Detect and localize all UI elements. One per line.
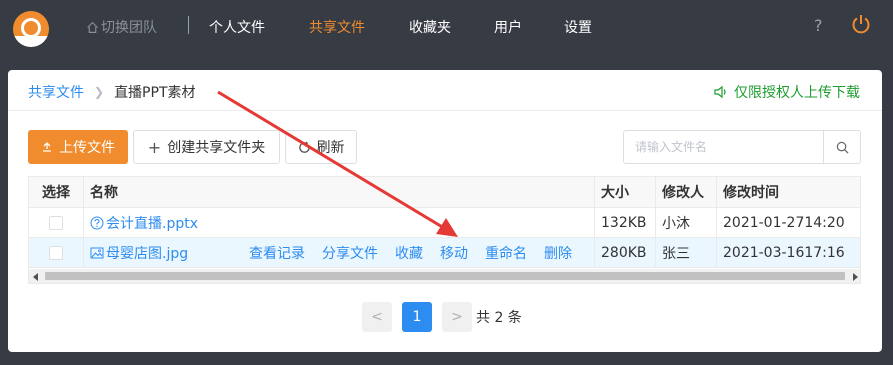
share-file-link[interactable]: 分享文件 <box>322 243 378 263</box>
nav-users[interactable]: 用户 <box>494 17 522 37</box>
delete-link[interactable]: 删除 <box>544 243 572 263</box>
prev-page-button[interactable]: < <box>362 302 392 332</box>
column-header-modifier[interactable]: 修改人 <box>655 177 716 207</box>
table-row[interactable]: 母婴店图.jpg 查看记录 分享文件 收藏 移动 重命名 删除 280KB 张三… <box>29 238 860 268</box>
permission-notice-text: 仅限授权人上传下载 <box>734 85 860 101</box>
search-button[interactable] <box>823 131 860 163</box>
file-panel: 共享文件 ❯ 直播PPT素材 仅限授权人上传下载 上传文件 + 创建共享文件夹 … <box>8 70 882 352</box>
file-name-cell: 会计直播.pptx <box>83 208 594 237</box>
pagination-total: 共 2 条 <box>476 310 522 326</box>
scroll-right-arrow-icon[interactable] <box>853 273 858 281</box>
search-input[interactable] <box>624 131 824 163</box>
chevron-right-icon: ❯ <box>94 85 105 99</box>
create-shared-folder-button[interactable]: + 创建共享文件夹 <box>133 130 280 164</box>
plus-icon: + <box>147 137 162 157</box>
nav-personal-files[interactable]: 个人文件 <box>209 17 265 37</box>
refresh-button[interactable]: 刷新 <box>285 130 357 164</box>
column-header-modified-time[interactable]: 修改时间 <box>716 177 860 207</box>
home-icon <box>87 21 98 33</box>
scroll-thumb[interactable] <box>45 272 845 280</box>
refresh-label: 刷新 <box>316 140 345 156</box>
scroll-left-arrow-icon[interactable] <box>33 273 38 281</box>
top-nav-bar: 切换团队 个人文件 共享文件 收藏夹 用户 设置 ? <box>0 0 893 52</box>
nav-favorites[interactable]: 收藏夹 <box>409 17 451 37</box>
upload-file-label: 上传文件 <box>59 140 115 156</box>
file-size: 280KB <box>594 238 655 267</box>
breadcrumb: 共享文件 ❯ 直播PPT素材 <box>28 82 196 102</box>
nav-settings[interactable]: 设置 <box>564 17 592 37</box>
file-link[interactable]: 母婴店图.jpg <box>90 243 188 263</box>
next-page-button[interactable]: > <box>442 302 472 332</box>
file-name: 会计直播.pptx <box>106 215 198 232</box>
breadcrumb-root[interactable]: 共享文件 <box>28 82 84 102</box>
row-select-cell <box>29 208 83 237</box>
app-logo[interactable] <box>13 11 49 47</box>
image-file-icon <box>90 247 104 258</box>
move-link[interactable]: 移动 <box>440 243 468 263</box>
nav-divider <box>188 16 189 34</box>
divider <box>8 110 882 111</box>
upload-file-button[interactable]: 上传文件 <box>28 130 128 164</box>
rename-link[interactable]: 重命名 <box>485 243 527 263</box>
pagination: < 1 > 共 2 条 <box>362 302 522 332</box>
file-modifier: 小沐 <box>655 208 716 237</box>
row-actions: 查看记录 分享文件 收藏 移动 重命名 删除 <box>249 238 589 267</box>
search-icon <box>836 141 848 153</box>
file-modified-time: 2021-03-1617:16 <box>716 238 860 267</box>
refresh-icon <box>298 141 310 153</box>
nav-shared-files[interactable]: 共享文件 <box>309 17 365 37</box>
view-history-link[interactable]: 查看记录 <box>249 243 305 263</box>
row-checkbox[interactable] <box>49 245 63 260</box>
switch-team-button[interactable]: 切换团队 <box>86 17 157 37</box>
help-icon[interactable]: ? <box>814 16 823 35</box>
breadcrumb-current: 直播PPT素材 <box>114 85 196 101</box>
table-row[interactable]: 会计直播.pptx 132KB 小沐 2021-01-2714:20 <box>29 208 860 238</box>
column-header-name[interactable]: 名称 <box>83 177 594 207</box>
search-box <box>623 130 861 164</box>
column-header-size[interactable]: 大小 <box>594 177 655 207</box>
unknown-file-icon <box>90 216 104 229</box>
switch-team-label: 切换团队 <box>101 20 157 36</box>
row-checkbox[interactable] <box>49 215 63 230</box>
favorite-link[interactable]: 收藏 <box>395 243 423 263</box>
speaker-icon <box>714 85 726 99</box>
horizontal-scrollbar[interactable] <box>29 269 860 283</box>
file-link[interactable]: 会计直播.pptx <box>90 213 198 233</box>
permission-notice: 仅限授权人上传下载 <box>714 82 860 102</box>
file-modified-time: 2021-01-2714:20 <box>716 208 860 237</box>
upload-icon <box>43 142 51 152</box>
file-name: 母婴店图.jpg <box>106 245 189 262</box>
file-table: 选择 名称 大小 修改人 修改时间 会计直播.pptx 132KB 小沐 202… <box>28 176 861 284</box>
file-size: 132KB <box>594 208 655 237</box>
create-shared-folder-label: 创建共享文件夹 <box>167 140 266 156</box>
row-select-cell <box>29 238 83 267</box>
file-name-cell: 母婴店图.jpg 查看记录 分享文件 收藏 移动 重命名 删除 <box>83 238 594 267</box>
file-modifier: 张三 <box>655 238 716 267</box>
power-icon[interactable] <box>850 13 872 35</box>
column-header-select: 选择 <box>42 185 70 201</box>
page-button[interactable]: 1 <box>402 302 432 332</box>
table-header-row: 选择 名称 大小 修改人 修改时间 <box>29 177 860 208</box>
